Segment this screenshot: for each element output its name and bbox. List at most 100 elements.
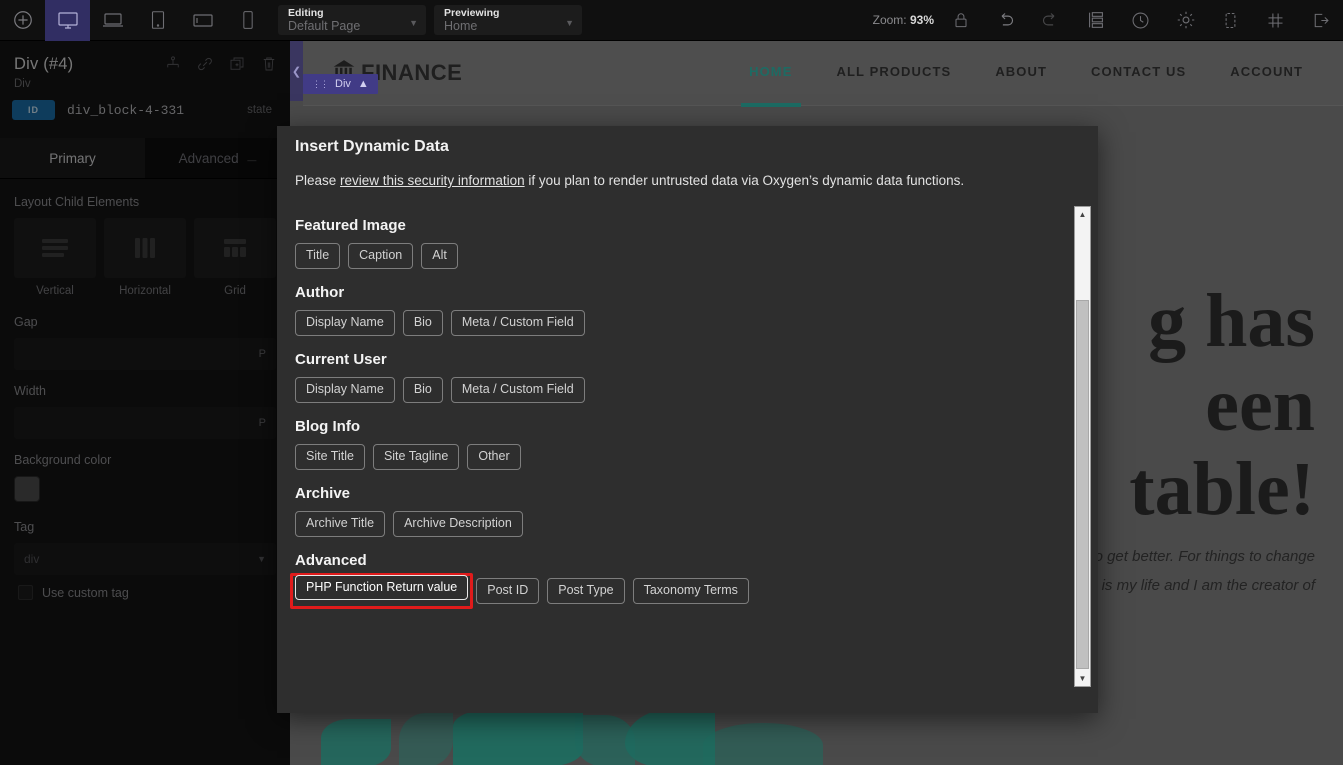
delete-icon[interactable] — [260, 55, 278, 78]
zoom-value: 93% — [910, 13, 934, 27]
link-icon[interactable] — [196, 55, 214, 78]
layout-option-horizontal-label: Horizontal — [104, 285, 186, 297]
php-function-highlight: PHP Function Return value — [290, 573, 473, 609]
chip-alt[interactable]: Alt — [421, 243, 458, 269]
structure-icon[interactable] — [1073, 0, 1118, 41]
note-suffix: if you plan to render untrusted data via… — [525, 173, 965, 188]
scroll-down-arrow-icon[interactable]: ▼ — [1075, 671, 1090, 686]
tab-primary[interactable]: Primary — [0, 138, 145, 178]
chip-user-meta-custom-field[interactable]: Meta / Custom Field — [451, 377, 585, 403]
layout-option-grid[interactable]: Grid — [194, 218, 276, 297]
chip-title[interactable]: Title — [295, 243, 340, 269]
background-color-swatch[interactable] — [14, 476, 40, 502]
code-icon[interactable] — [1208, 0, 1253, 41]
tag-value: div — [24, 552, 39, 566]
site-navbar: FINANCE HOME ALL PRODUCTS ABOUT CONTACT … — [303, 41, 1343, 106]
tag-select[interactable]: div ▼ — [14, 543, 276, 575]
grid-icon — [194, 218, 276, 278]
chip-other[interactable]: Other — [467, 444, 520, 470]
gap-unit[interactable]: P — [259, 348, 266, 360]
section-heading-advanced: Advanced — [295, 552, 1080, 569]
nav-item-account[interactable]: ACCOUNT — [1230, 64, 1303, 83]
editing-value: Default Page — [288, 19, 418, 33]
chip-user-bio[interactable]: Bio — [403, 377, 443, 403]
preview-collapse-handle[interactable]: ❮ — [290, 41, 303, 101]
device-desktop-icon[interactable] — [45, 0, 90, 41]
modal-body: Featured Image Title Caption Alt Author … — [277, 201, 1098, 713]
drag-handle-icon[interactable]: ⋮⋮ — [312, 79, 328, 90]
chip-author-display-name[interactable]: Display Name — [295, 310, 395, 336]
selected-element-type: Div — [14, 78, 276, 90]
previewing-label: Previewing — [444, 7, 574, 19]
nav-item-home[interactable]: HOME — [749, 64, 792, 83]
nav-item-about[interactable]: ABOUT — [995, 64, 1047, 83]
use-custom-tag-checkbox[interactable] — [18, 585, 33, 600]
oxygen-builder-app: Editing Default Page ▼ Previewing Home ▼… — [0, 0, 1343, 765]
nav-item-contact-us[interactable]: CONTACT US — [1091, 64, 1186, 83]
width-input[interactable]: P — [14, 407, 276, 439]
chip-post-id[interactable]: Post ID — [476, 578, 539, 604]
width-unit[interactable]: P — [259, 417, 266, 429]
chip-group-archive: Archive Title Archive Description — [295, 511, 1080, 537]
gap-input[interactable]: P — [14, 338, 276, 370]
zoom-indicator: Zoom: 93% — [873, 13, 934, 27]
device-tablet-portrait-icon[interactable] — [135, 0, 180, 41]
chip-archive-description[interactable]: Archive Description — [393, 511, 523, 537]
chip-user-display-name[interactable]: Display Name — [295, 377, 395, 403]
modal-scrollbar[interactable]: ▲ ▼ — [1074, 206, 1091, 687]
tab-advanced[interactable]: Advanced — — [145, 138, 290, 178]
chip-group-blog-info: Site Title Site Tagline Other — [295, 444, 1080, 470]
layout-option-horizontal[interactable]: Horizontal — [104, 218, 186, 297]
previewing-page-select[interactable]: Previewing Home ▼ — [434, 5, 582, 35]
duplicate-icon[interactable] — [228, 55, 246, 78]
history-icon[interactable] — [1118, 0, 1163, 41]
chip-post-type[interactable]: Post Type — [547, 578, 624, 604]
state-selector[interactable]: state — [247, 104, 272, 116]
chip-archive-title[interactable]: Archive Title — [295, 511, 385, 537]
tag-label: Tag — [14, 520, 276, 534]
section-heading-archive: Archive — [295, 485, 1080, 502]
select-parent-icon[interactable] — [164, 55, 182, 78]
hero-heading-line2: een — [1129, 363, 1315, 447]
chip-author-bio[interactable]: Bio — [403, 310, 443, 336]
chip-php-function-return-value[interactable]: PHP Function Return value — [295, 575, 468, 600]
chip-group-featured-image: Title Caption Alt — [295, 243, 1080, 269]
undo-icon[interactable] — [983, 0, 1028, 41]
exit-icon[interactable] — [1298, 0, 1343, 41]
chevron-down-icon: ▼ — [409, 18, 418, 28]
chip-author-meta-custom-field[interactable]: Meta / Custom Field — [451, 310, 585, 336]
security-information-link[interactable]: review this security information — [340, 173, 525, 188]
scrollbar-thumb[interactable] — [1076, 300, 1089, 669]
hero-paragraph: o get better. For things to change is my… — [1095, 542, 1315, 600]
nav-item-all-products[interactable]: ALL PRODUCTS — [837, 64, 952, 83]
selected-element-badge[interactable]: ⋮⋮ Div ▲ — [303, 74, 378, 94]
tab-primary-label: Primary — [49, 151, 96, 166]
section-heading-featured-image: Featured Image — [295, 217, 1080, 234]
device-tablet-landscape-icon[interactable] — [180, 0, 225, 41]
redo-icon[interactable] — [1028, 0, 1073, 41]
lock-icon[interactable] — [938, 0, 983, 41]
hero-paragraph-line2: is my life and I am the creator of — [1095, 571, 1315, 600]
device-phone-icon[interactable] — [225, 0, 270, 41]
device-laptop-icon[interactable] — [90, 0, 135, 41]
chip-group-author: Display Name Bio Meta / Custom Field — [295, 310, 1080, 336]
element-id-row: ID div_block-4-331 state — [12, 100, 278, 120]
modal-security-note: Please review this security information … — [277, 156, 1098, 188]
add-element-icon[interactable] — [0, 0, 45, 41]
sidebar-header-actions — [164, 55, 278, 78]
chip-caption[interactable]: Caption — [348, 243, 413, 269]
layout-option-vertical[interactable]: Vertical — [14, 218, 96, 297]
grid-icon[interactable] — [1253, 0, 1298, 41]
chip-taxonomy-terms[interactable]: Taxonomy Terms — [633, 578, 749, 604]
use-custom-tag-row[interactable]: Use custom tag — [14, 585, 276, 600]
use-custom-tag-label: Use custom tag — [42, 586, 129, 600]
insert-dynamic-data-modal: Insert Dynamic Data Please review this s… — [277, 126, 1098, 713]
section-archive: Archive Archive Title Archive Descriptio… — [295, 485, 1080, 537]
element-id-input[interactable]: div_block-4-331 — [67, 103, 247, 118]
editing-page-select[interactable]: Editing Default Page ▼ — [278, 5, 426, 35]
gear-icon[interactable] — [1163, 0, 1208, 41]
chip-site-tagline[interactable]: Site Tagline — [373, 444, 459, 470]
chip-site-title[interactable]: Site Title — [295, 444, 365, 470]
scroll-up-arrow-icon[interactable]: ▲ — [1075, 207, 1090, 222]
chevron-up-icon[interactable]: ▲ — [358, 78, 369, 90]
